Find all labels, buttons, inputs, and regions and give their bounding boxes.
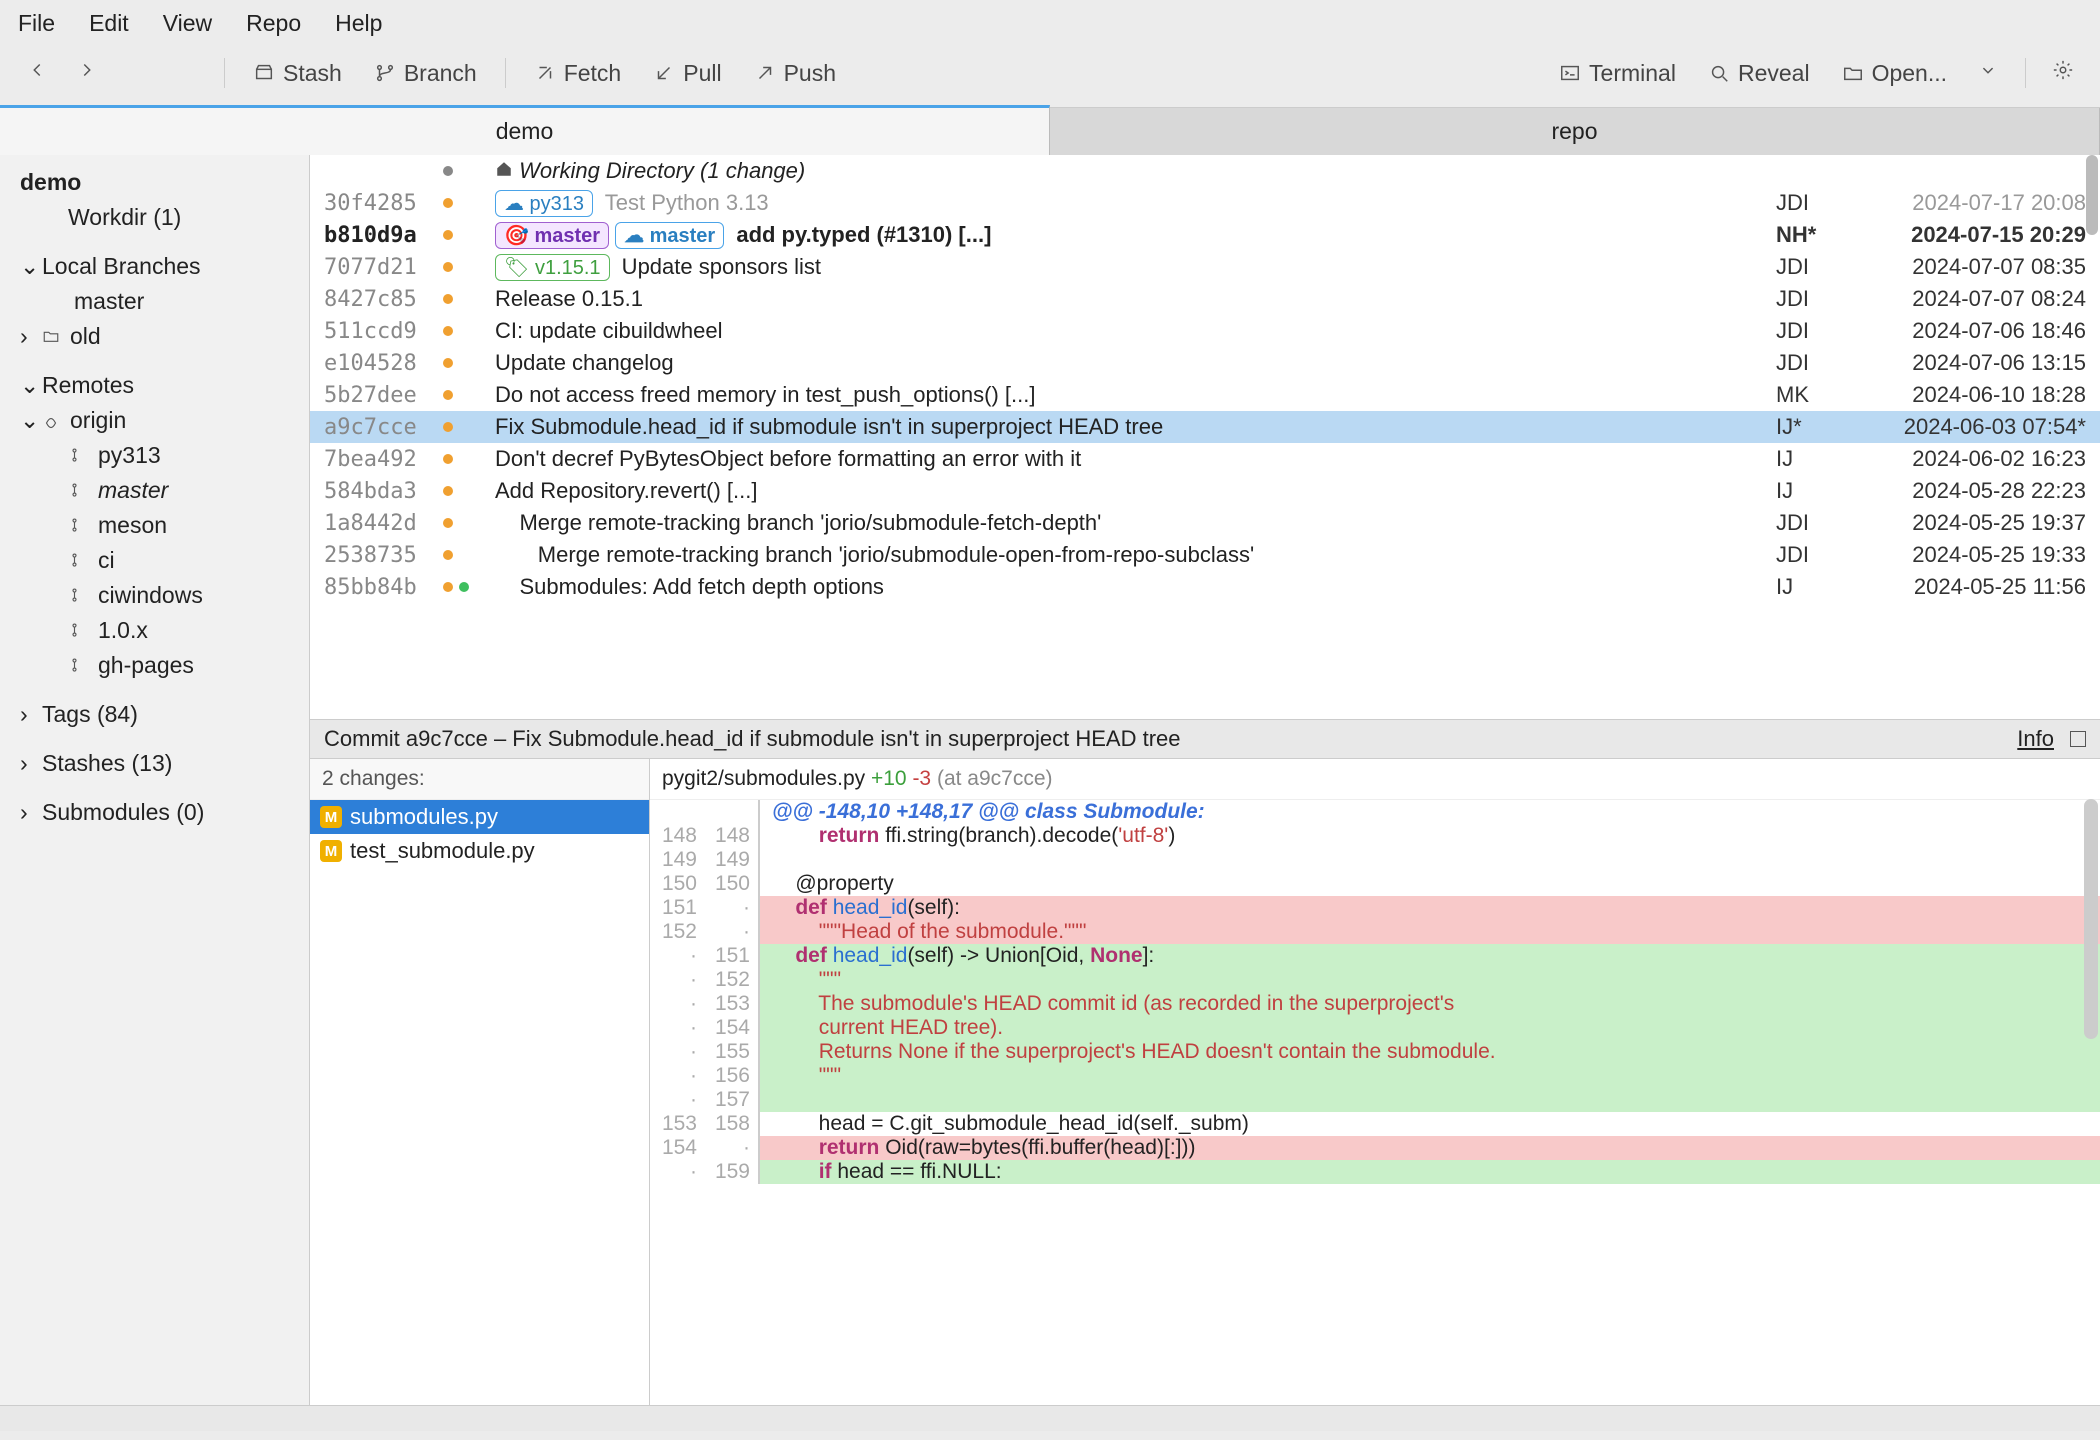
status-bar: [0, 1405, 2100, 1431]
working-directory-row[interactable]: Working Directory (1 change): [310, 155, 2100, 187]
sidebar: demo Workdir (1) ⌄Local Branches master …: [0, 155, 310, 1405]
diff-line[interactable]: ·156 """: [650, 1064, 2100, 1088]
menu-file[interactable]: File: [18, 10, 55, 37]
tab-demo[interactable]: demo: [0, 105, 1050, 155]
diff-line[interactable]: ·159 if head == ffi.NULL:: [650, 1160, 2100, 1184]
sidebar-remote-branch-ciwindows[interactable]: ciwindows: [0, 578, 309, 613]
changes-count: 2 changes:: [310, 759, 649, 800]
changed-files: 2 changes: Msubmodules.py Mtest_submodul…: [310, 759, 650, 1405]
push-button[interactable]: Push: [742, 54, 848, 93]
commit-row[interactable]: 7077d21🏷 v1.15.1 Update sponsors listJDI…: [310, 251, 2100, 283]
diff-line[interactable]: ·151 def head_id(self) -> Union[Oid, Non…: [650, 944, 2100, 968]
sidebar-remote-branch-ci[interactable]: ci: [0, 543, 309, 578]
sidebar-workdir[interactable]: Workdir (1): [0, 200, 309, 235]
diff-line[interactable]: ·152 """: [650, 968, 2100, 992]
diff-line[interactable]: ·153 The submodule's HEAD commit id (as …: [650, 992, 2100, 1016]
commit-row[interactable]: 30f4285☁ py313 Test Python 3.13JDI2024-0…: [310, 187, 2100, 219]
commit-row[interactable]: 584bda3 Add Repository.revert() [...]IJ2…: [310, 475, 2100, 507]
diff-view: pygit2/submodules.py +10 -3 (at a9c7cce)…: [650, 759, 2100, 1405]
sidebar-remotes[interactable]: ⌄Remotes: [0, 368, 309, 403]
commit-scrollbar[interactable]: [2086, 155, 2098, 235]
menu-repo[interactable]: Repo: [246, 10, 301, 37]
reveal-button[interactable]: Reveal: [1696, 54, 1822, 93]
fetch-button[interactable]: Fetch: [522, 54, 634, 93]
file-test-submodule[interactable]: Mtest_submodule.py: [310, 834, 649, 868]
sidebar-remote-branch-1.0.x[interactable]: 1.0.x: [0, 613, 309, 648]
repo-tabs: demo repo: [0, 107, 2100, 155]
sidebar-tags[interactable]: ›Tags (84): [0, 697, 309, 732]
diff-line[interactable]: ·157: [650, 1088, 2100, 1112]
pull-button[interactable]: Pull: [641, 54, 733, 93]
sidebar-remote-branch-meson[interactable]: meson: [0, 508, 309, 543]
menu-view[interactable]: View: [163, 10, 212, 37]
sidebar-repo-name: demo: [0, 165, 309, 200]
diff-line[interactable]: ·154 current HEAD tree).: [650, 1016, 2100, 1040]
branch-button[interactable]: Branch: [362, 54, 489, 93]
diff-line[interactable]: 152· """Head of the submodule.""": [650, 920, 2100, 944]
head-icon[interactable]: [166, 53, 208, 93]
menu-edit[interactable]: Edit: [89, 10, 129, 37]
commit-row[interactable]: 2538735 Merge remote-tracking branch 'jo…: [310, 539, 2100, 571]
commit-row[interactable]: a9c7cce Fix Submodule.head_id if submodu…: [310, 411, 2100, 443]
commit-row[interactable]: e104528 Update changelogJDI2024-07-06 13…: [310, 347, 2100, 379]
diff-line[interactable]: 153158 head = C.git_submodule_head_id(se…: [650, 1112, 2100, 1136]
sidebar-remote-branch-master[interactable]: master: [0, 473, 309, 508]
commit-row[interactable]: 85bb84b Submodules: Add fetch depth opti…: [310, 571, 2100, 603]
diff-line[interactable]: ·155 Returns None if the superproject's …: [650, 1040, 2100, 1064]
sidebar-remote-branch-py313[interactable]: py313: [0, 438, 309, 473]
terminal-button[interactable]: Terminal: [1547, 54, 1688, 93]
commit-row[interactable]: 1a8442d Merge remote-tracking branch 'jo…: [310, 507, 2100, 539]
diff-line[interactable]: 154· return Oid(raw=bytes(ffi.buffer(hea…: [650, 1136, 2100, 1160]
modified-badge-icon: M: [320, 806, 342, 828]
sidebar-branch-master[interactable]: master: [0, 284, 309, 319]
sidebar-stashes[interactable]: ›Stashes (13): [0, 746, 309, 781]
sidebar-local-branches[interactable]: ⌄Local Branches: [0, 249, 309, 284]
home-icon[interactable]: [116, 53, 158, 93]
gear-icon[interactable]: [2042, 53, 2084, 93]
toolbar: Stash Branch Fetch Pull Push Terminal Re…: [0, 47, 2100, 107]
commit-detail-header: Commit a9c7cce – Fix Submodule.head_id i…: [310, 720, 2100, 759]
modified-badge-icon: M: [320, 840, 342, 862]
detail-toggle-icon[interactable]: [2070, 731, 2086, 747]
info-link[interactable]: Info: [2017, 726, 2054, 752]
open-dropdown-icon[interactable]: [1967, 53, 2009, 93]
file-submodules[interactable]: Msubmodules.py: [310, 800, 649, 834]
menu-help[interactable]: Help: [335, 10, 382, 37]
diff-scrollbar[interactable]: [2084, 799, 2098, 1039]
menubar: File Edit View Repo Help: [0, 0, 2100, 47]
commit-row[interactable]: 511ccd9 CI: update cibuildwheelJDI2024-0…: [310, 315, 2100, 347]
nav-forward[interactable]: [66, 53, 108, 93]
sidebar-folder-old[interactable]: ›old: [0, 319, 309, 354]
diff-line[interactable]: 148148 return ffi.string(branch).decode(…: [650, 824, 2100, 848]
commit-row[interactable]: 8427c85 Release 0.15.1JDI2024-07-07 08:2…: [310, 283, 2100, 315]
open-button[interactable]: Open...: [1830, 54, 1959, 93]
diff-line[interactable]: 151· def head_id(self):: [650, 896, 2100, 920]
diff-line[interactable]: @@ -148,10 +148,17 @@ class Submodule:: [650, 800, 2100, 824]
commit-list: Working Directory (1 change) 30f4285☁ py…: [310, 155, 2100, 720]
commit-row[interactable]: 7bea492 Don't decref PyBytesObject befor…: [310, 443, 2100, 475]
commit-row[interactable]: 5b27dee Do not access freed memory in te…: [310, 379, 2100, 411]
sidebar-remote-branch-gh-pages[interactable]: gh-pages: [0, 648, 309, 683]
sidebar-remote-origin[interactable]: ⌄origin: [0, 403, 309, 438]
diff-line[interactable]: 149149: [650, 848, 2100, 872]
tab-repo[interactable]: repo: [1050, 108, 2100, 155]
commit-row[interactable]: b810d9a🎯 master☁ master add py.typed (#1…: [310, 219, 2100, 251]
sidebar-submodules[interactable]: ›Submodules (0): [0, 795, 309, 830]
nav-back[interactable]: [16, 53, 58, 93]
stash-button[interactable]: Stash: [241, 54, 354, 93]
diff-file-path: pygit2/submodules.py +10 -3 (at a9c7cce): [650, 759, 2100, 800]
diff-line[interactable]: 150150 @property: [650, 872, 2100, 896]
